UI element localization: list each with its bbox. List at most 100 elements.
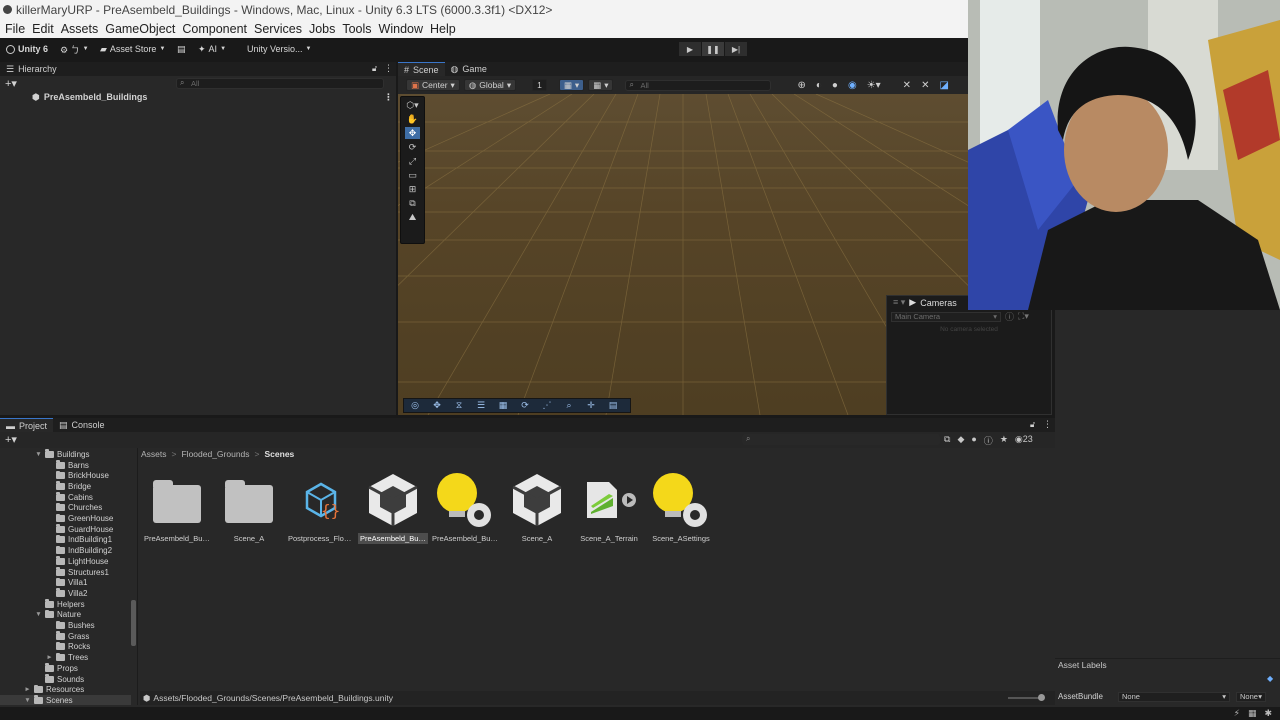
breadcrumb-scenes[interactable]: Scenes (265, 449, 295, 459)
tree-folder-item[interactable]: Villa2 (46, 588, 87, 599)
rect-tool-icon[interactable]: ▭ (405, 169, 420, 181)
pan-icon[interactable]: ✥ (426, 399, 448, 412)
create-plus-icon[interactable]: +▾ (5, 77, 17, 90)
menu-help[interactable]: Help (430, 22, 456, 36)
tree-folder-item[interactable]: ► Trees (46, 652, 88, 663)
pause-button[interactable]: ❚❚ (702, 42, 724, 56)
asset-item[interactable]: {} Postprocess_Floo... (285, 469, 357, 544)
tree-folder-item[interactable]: ▼ Scenes (0, 695, 131, 705)
kebab-menu-icon[interactable]: ⋮ (1043, 419, 1052, 430)
filter-type-icon[interactable]: ◆ (957, 434, 964, 447)
orbit-icon[interactable]: ◎ (404, 399, 426, 412)
camera-dropdown[interactable]: Main Camera ▾ (891, 311, 1001, 322)
asset-item[interactable]: PreAsembeld_Buil... (357, 469, 429, 544)
breadcrumb-flooded-grounds[interactable]: Flooded_Grounds (181, 449, 249, 459)
account-button[interactable]: Unity 6 (6, 42, 48, 56)
tree-folder-item[interactable]: ▼ Nature (35, 609, 81, 621)
menu-file[interactable]: File (5, 22, 25, 36)
gizmos-dropdown-icon[interactable]: ◪ (939, 80, 948, 91)
tab-game[interactable]: ◍ Game (445, 62, 493, 76)
tree-folder-item[interactable]: ▼ Buildings (35, 449, 89, 460)
asset-item[interactable]: Scene_A (501, 469, 573, 544)
tree-folder-item[interactable]: BrickHouse (46, 470, 109, 481)
project-search-input[interactable] (742, 434, 940, 445)
lock-icon[interactable]: 🔓︎ (372, 64, 377, 74)
collapsed-arrow-icon[interactable]: ► (24, 686, 31, 693)
shading-solid-icon[interactable]: ● (832, 80, 838, 91)
gizmo-globe-icon[interactable]: ⊕ (797, 80, 805, 91)
rotate-tool-icon[interactable]: ⟳ (405, 141, 420, 153)
menu-component[interactable]: Component (182, 22, 247, 36)
version-control-button[interactable]: Unity Versio... ▼ (247, 42, 311, 56)
label-tag-icon[interactable]: ◆ (1267, 674, 1273, 683)
grid-snap-field[interactable]: 1 (532, 79, 547, 91)
create-plus-icon[interactable]: +▾ (5, 433, 17, 446)
menu-gameobject[interactable]: GameObject (105, 22, 175, 36)
grid-snap-icon[interactable]: ▦ (492, 399, 514, 412)
favorite-icon[interactable]: ★ (1000, 434, 1008, 447)
filter-label-icon[interactable]: ● (971, 434, 976, 447)
tree-folder-item[interactable]: Grass (46, 631, 89, 642)
tree-folder-item[interactable]: Bushes (46, 620, 95, 631)
tree-folder-item[interactable]: LightHouse (46, 556, 108, 567)
tab-console[interactable]: ▤ Console (53, 418, 111, 432)
asset-store-button[interactable]: ▰ Asset Store ▼ (100, 42, 165, 56)
tree-folder-item[interactable]: Helpers (35, 599, 85, 610)
grid-toggle[interactable]: ▦ ▾ (558, 79, 585, 91)
asset-item[interactable]: Scene_ASettings (645, 469, 717, 544)
terrain-tool-icon[interactable]: ⛰ (405, 211, 420, 223)
refresh-icon[interactable]: ⟳ (514, 399, 536, 412)
tab-hierarchy[interactable]: ☰ Hierarchy (0, 62, 63, 76)
tab-scene[interactable]: # Scene (398, 62, 445, 76)
asset-bundle-dropdown[interactable]: None ▾ (1118, 691, 1230, 702)
tool-dropdown-icon[interactable]: ⬡▾ (405, 99, 420, 111)
ai-button[interactable]: ✦ AI ▼ (198, 42, 226, 56)
step-button[interactable]: ▶| (725, 42, 747, 56)
kebab-menu-icon[interactable]: ⋮ (384, 63, 393, 74)
package-manager-button[interactable]: ▤ (177, 42, 186, 56)
menu-jobs[interactable]: Jobs (309, 22, 335, 36)
effects-toggle-icon[interactable]: ✕ (921, 80, 929, 91)
progress-icon[interactable]: ▦ (1248, 708, 1257, 719)
asset-item[interactable]: PreAsembeld_Buil... (141, 469, 213, 544)
lock-icon[interactable]: 🔓︎ (1030, 420, 1035, 430)
snap-toggle[interactable]: ▦ ▾ (588, 79, 614, 91)
tree-folder-item[interactable]: Props (35, 663, 78, 674)
tree-folder-item[interactable]: Cabins (46, 492, 93, 503)
camera-lock-icon[interactable]: ⛶▾ (1018, 311, 1029, 322)
tree-folder-item[interactable]: Villa1 (46, 577, 87, 588)
tree-folder-item[interactable]: GreenHouse (46, 513, 113, 524)
scene-search-input[interactable]: All (625, 79, 772, 91)
slider-thumb[interactable] (1038, 694, 1045, 701)
menu-services[interactable]: Services (254, 22, 302, 36)
tree-folder-item[interactable]: IndBuilding1 (46, 534, 112, 546)
tree-folder-item[interactable]: Structures1 (46, 567, 109, 578)
filter-warning-icon[interactable]: ⓘ (984, 434, 993, 447)
expanded-arrow-icon[interactable]: ▼ (24, 697, 31, 704)
pivot-dropdown[interactable]: ▣ Center ▾ (406, 79, 460, 91)
zoom-icon[interactable]: ⌕ (558, 399, 580, 412)
audio-toggle-icon[interactable]: ✕ (903, 80, 911, 91)
asset-item[interactable]: Scene_A_Terrain (573, 469, 645, 544)
info-icon[interactable]: ⓘ (1005, 310, 1014, 323)
asset-item[interactable]: Scene_A (213, 469, 285, 544)
scene-viewport[interactable] (398, 94, 968, 415)
menu-assets[interactable]: Assets (61, 22, 99, 36)
play-button[interactable]: ▶ (679, 42, 701, 56)
collapsed-arrow-icon[interactable]: ► (46, 654, 53, 661)
align-icon[interactable]: ☰ (470, 399, 492, 412)
tree-folder-item[interactable]: Sounds (35, 674, 84, 685)
menu-edit[interactable]: Edit (32, 22, 54, 36)
asset-item[interactable]: PreAsembeld_Buil... (429, 469, 501, 544)
frame-icon[interactable]: ✛ (580, 399, 602, 412)
menu-tools[interactable]: Tools (342, 22, 371, 36)
snap-icon[interactable]: ⋰ (536, 399, 558, 412)
lighting-toggle-icon[interactable]: ☀▾ (867, 80, 881, 91)
tree-folder-item[interactable]: Barns (46, 460, 89, 471)
layers-icon[interactable]: ▤ (602, 399, 624, 412)
search-scope-icon[interactable]: ⧉ (944, 434, 950, 447)
tree-folder-item[interactable]: Churches (46, 502, 102, 514)
custom-tool-icon[interactable]: ⧉ (405, 197, 420, 209)
debug-icon[interactable]: ✱ (1264, 708, 1272, 719)
tree-folder-item[interactable]: Bridge (46, 481, 91, 492)
